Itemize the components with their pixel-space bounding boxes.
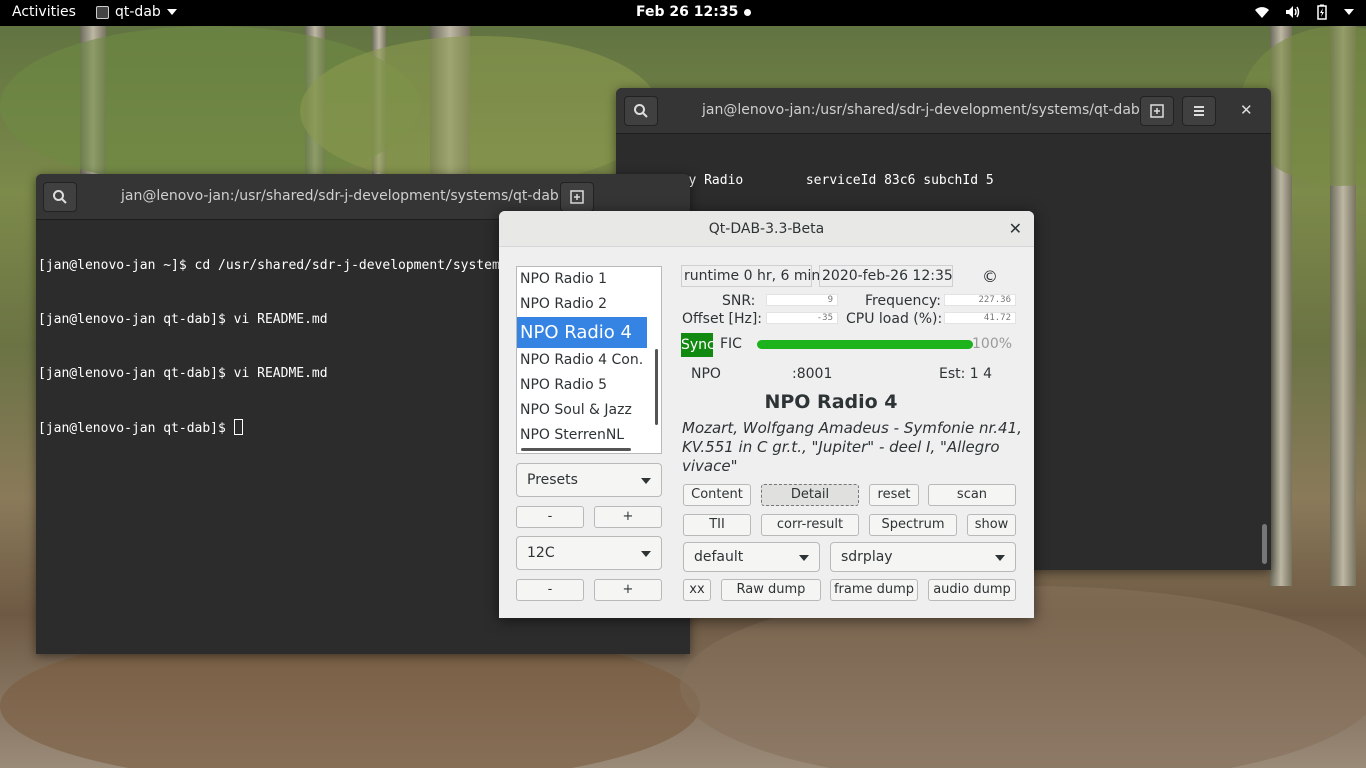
prompt: [jan@lenovo-jan qt-dab]$	[38, 421, 234, 436]
xx-button[interactable]: xx	[683, 579, 711, 601]
terminal-line: adding Sky Radio serviceId 83c6 subchId …	[618, 173, 994, 188]
presets-label: Presets	[527, 472, 578, 488]
chevron-down-icon	[641, 551, 651, 557]
system-tray[interactable]	[1254, 4, 1354, 20]
search-icon[interactable]	[43, 182, 77, 212]
app-menu[interactable]: qt-dab	[96, 4, 177, 20]
ensemble-id: :8001	[792, 366, 833, 382]
service-item[interactable]: NPO Radio 5	[517, 373, 661, 398]
preset-plus-button[interactable]: +	[594, 506, 662, 528]
corr-result-button[interactable]: corr-result	[761, 514, 859, 536]
runtime-display: runtime 0 hr, 6 min	[681, 265, 820, 287]
terminal-header: jan@lenovo-jan:/usr/shared/sdr-j-develop…	[616, 88, 1271, 134]
fic-quality-fill	[757, 340, 973, 349]
service-item[interactable]: NPO Radio 1	[517, 267, 661, 292]
chevron-down-icon	[799, 555, 809, 561]
est-label: Est: 1 4	[939, 366, 993, 382]
service-item[interactable]: NPO SterrenNL	[517, 423, 661, 448]
clock[interactable]: Feb 26 12:35	[636, 4, 752, 20]
wifi-icon	[1254, 4, 1270, 20]
device-value: sdrplay	[841, 549, 893, 565]
frequency-value: 227.36	[944, 294, 1016, 306]
ensemble-name: NPO	[691, 366, 721, 382]
fic-label: FIC	[720, 336, 742, 352]
service-list[interactable]: NPO Radio 1 NPO Radio 2 NPO Radio 4 NPO …	[516, 266, 662, 454]
chevron-down-icon	[641, 478, 651, 484]
channel-plus-button[interactable]: +	[594, 579, 662, 601]
offset-label: Offset [Hz]:	[682, 311, 763, 327]
app-name: qt-dab	[115, 4, 161, 20]
cpu-load-label: CPU load (%):	[846, 311, 943, 327]
device-select[interactable]: sdrplay	[830, 542, 1016, 572]
close-icon[interactable]: ✕	[1009, 219, 1022, 238]
preset-minus-button[interactable]: -	[516, 506, 584, 528]
frame-dump-button[interactable]: frame dump	[830, 579, 918, 601]
show-button[interactable]: show	[967, 514, 1016, 536]
activities-button[interactable]: Activities	[12, 4, 76, 20]
top-bar: Activities qt-dab Feb 26 12:35	[0, 0, 1366, 26]
fic-percent: 100%	[972, 336, 1013, 352]
stream-output-select[interactable]: default	[683, 542, 820, 572]
presets-select[interactable]: Presets	[516, 463, 662, 497]
chevron-down-icon	[995, 555, 1005, 561]
service-name: NPO Radio 4	[764, 391, 898, 413]
search-icon[interactable]	[624, 96, 658, 126]
terminal-title: jan@lenovo-jan:/usr/shared/sdr-j-develop…	[121, 188, 559, 204]
service-item[interactable]: NPO Radio 4 Con.	[517, 348, 661, 373]
reset-button[interactable]: reset	[869, 484, 919, 506]
audio-dump-button[interactable]: audio dump	[928, 579, 1016, 601]
dynamic-label: Mozart, Wolfgang Amadeus - Symfonie nr.4…	[682, 419, 1022, 475]
qt-dab-dialog: Qt-DAB-3.3-Beta ✕ NPO Radio 1 NPO Radio …	[499, 211, 1034, 618]
scan-button[interactable]: scan	[928, 484, 1016, 506]
volume-icon	[1284, 4, 1300, 20]
chevron-down-icon	[166, 9, 177, 15]
content-button[interactable]: Content	[683, 484, 751, 506]
sync-indicator: Sync	[681, 333, 715, 357]
new-tab-icon[interactable]	[560, 182, 594, 212]
app-icon	[96, 5, 109, 19]
service-item-selected[interactable]: NPO Radio 4	[517, 317, 647, 348]
notification-dot-icon	[744, 8, 752, 16]
hamburger-menu-icon[interactable]	[1182, 96, 1216, 126]
cpu-load-value: 41.72	[944, 312, 1016, 324]
channel-value: 12C	[527, 545, 555, 561]
dialog-header: Qt-DAB-3.3-Beta ✕	[499, 211, 1034, 247]
snr-value: 9	[766, 294, 838, 306]
detail-button[interactable]: Detail	[761, 484, 859, 506]
channel-minus-button[interactable]: -	[516, 579, 584, 601]
dialog-title: Qt-DAB-3.3-Beta	[708, 221, 825, 237]
offset-value: -35	[766, 312, 838, 324]
copyright-button[interactable]: ©	[982, 267, 998, 286]
list-horizontal-scrollbar[interactable]	[521, 448, 631, 451]
fic-quality-bar	[757, 340, 973, 349]
clock-text: Feb 26 12:35	[636, 4, 739, 20]
raw-dump-button[interactable]: Raw dump	[721, 579, 821, 601]
frequency-label: Frequency:	[865, 293, 942, 309]
terminal-scrollbar[interactable]	[1262, 524, 1267, 564]
tii-button[interactable]: TII	[683, 514, 751, 536]
terminal-title: jan@lenovo-jan:/usr/shared/sdr-j-develop…	[702, 102, 1140, 118]
service-item[interactable]: NPO Radio 2	[517, 292, 661, 317]
snr-label: SNR:	[722, 293, 756, 309]
new-tab-icon[interactable]	[1140, 96, 1174, 126]
list-vertical-scrollbar[interactable]	[655, 349, 658, 425]
battery-icon	[1314, 4, 1330, 20]
text-cursor	[233, 419, 243, 435]
close-icon[interactable]: ✕	[1240, 101, 1253, 119]
chevron-down-icon	[1344, 9, 1354, 15]
spectrum-button[interactable]: Spectrum	[869, 514, 957, 536]
channel-select[interactable]: 12C	[516, 536, 662, 570]
stream-output-value: default	[694, 549, 744, 565]
datetime-display: 2020-feb-26 12:35	[819, 265, 953, 287]
service-item[interactable]: NPO Soul & Jazz	[517, 398, 661, 423]
